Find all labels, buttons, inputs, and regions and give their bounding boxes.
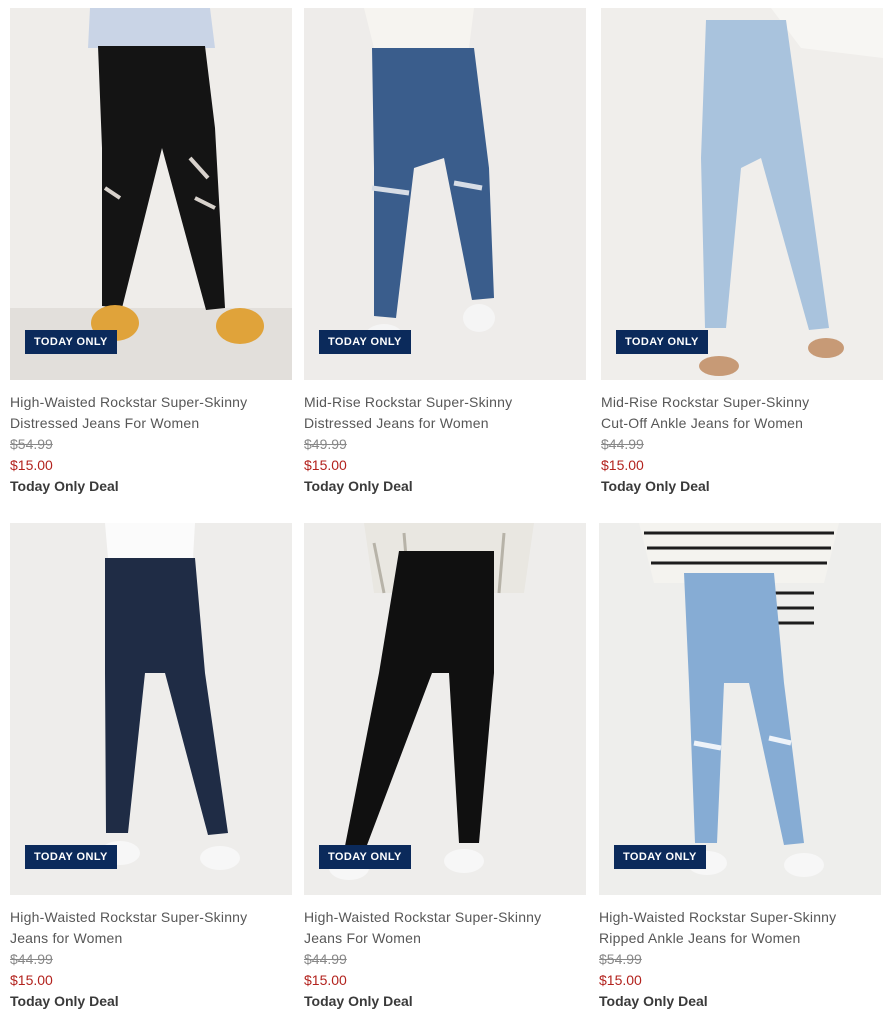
original-price: $54.99 — [10, 436, 53, 452]
product-image[interactable]: TODAY ONLY — [10, 523, 292, 895]
product-image[interactable]: TODAY ONLY — [304, 523, 586, 895]
product-name[interactable]: Mid-Rise Rockstar Super-Skinny — [304, 392, 594, 413]
original-price: $44.99 — [10, 951, 53, 967]
original-price: $54.99 — [599, 951, 642, 967]
product-image[interactable]: TODAY ONLY — [304, 8, 586, 380]
deal-label: Today Only Deal — [304, 993, 413, 1009]
original-price: $44.99 — [304, 951, 347, 967]
product-name[interactable]: Mid-Rise Rockstar Super-Skinny — [601, 392, 890, 413]
today-only-badge: TODAY ONLY — [319, 845, 411, 869]
product-name-line-2[interactable]: Distressed Jeans for Women — [304, 413, 594, 434]
today-only-badge: TODAY ONLY — [25, 330, 117, 354]
product-name-line-2[interactable]: Jeans For Women — [304, 928, 594, 949]
sale-price: $15.00 — [601, 457, 644, 473]
today-only-badge: TODAY ONLY — [616, 330, 708, 354]
product-image[interactable]: TODAY ONLY — [599, 523, 881, 895]
deal-label: Today Only Deal — [601, 478, 710, 494]
deal-label: Today Only Deal — [599, 993, 708, 1009]
product-name-line-2[interactable]: Ripped Ankle Jeans for Women — [599, 928, 889, 949]
product-name[interactable]: High-Waisted Rockstar Super-Skinny — [10, 907, 300, 928]
product-name[interactable]: High-Waisted Rockstar Super-Skinny — [10, 392, 300, 413]
product-name-line-2[interactable]: Distressed Jeans For Women — [10, 413, 300, 434]
sale-price: $15.00 — [10, 972, 53, 988]
product-name-line-2[interactable]: Jeans for Women — [10, 928, 300, 949]
today-only-badge: TODAY ONLY — [25, 845, 117, 869]
product-name[interactable]: High-Waisted Rockstar Super-Skinny — [304, 907, 594, 928]
original-price: $49.99 — [304, 436, 347, 452]
product-name-line-2[interactable]: Cut-Off Ankle Jeans for Women — [601, 413, 890, 434]
sale-price: $15.00 — [304, 457, 347, 473]
product-image[interactable]: TODAY ONLY — [601, 8, 883, 380]
deal-label: Today Only Deal — [10, 993, 119, 1009]
sale-price: $15.00 — [304, 972, 347, 988]
sale-price: $15.00 — [599, 972, 642, 988]
deal-label: Today Only Deal — [304, 478, 413, 494]
product-image[interactable]: TODAY ONLY — [10, 8, 292, 380]
product-name[interactable]: High-Waisted Rockstar Super-Skinny — [599, 907, 889, 928]
original-price: $44.99 — [601, 436, 644, 452]
sale-price: $15.00 — [10, 457, 53, 473]
today-only-badge: TODAY ONLY — [319, 330, 411, 354]
deal-label: Today Only Deal — [10, 478, 119, 494]
today-only-badge: TODAY ONLY — [614, 845, 706, 869]
